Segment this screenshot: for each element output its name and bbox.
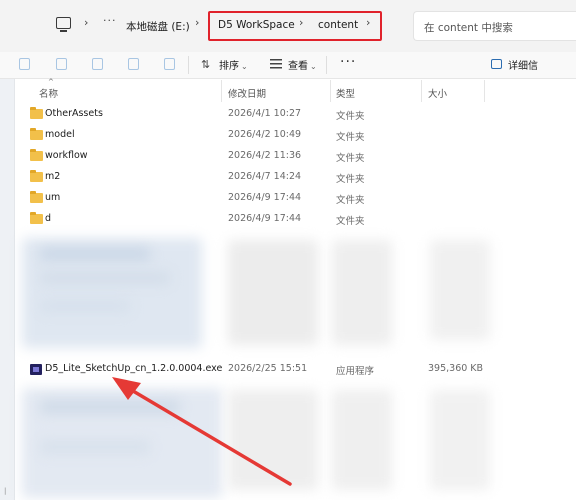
annotation-arrow-icon (112, 377, 292, 486)
